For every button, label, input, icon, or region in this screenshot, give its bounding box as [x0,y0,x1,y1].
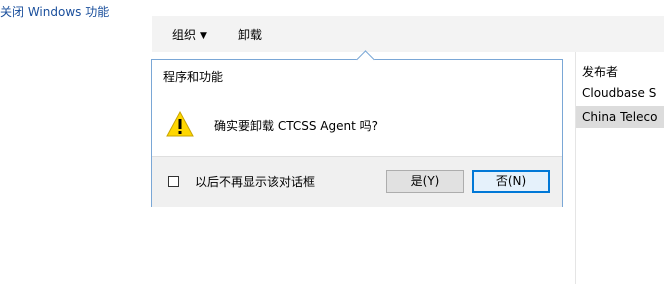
no-button[interactable]: 否(N) [472,170,550,193]
confirm-dialog: 程序和功能 确实要卸载 CTCSS Agent 吗? 以后不再显示该对话框 是(… [151,50,563,207]
list-item-selected[interactable]: China Teleco [576,106,664,128]
dialog-pointer [356,50,375,69]
organize-button[interactable]: 组织 ▼ [172,26,207,43]
dont-show-again-option[interactable]: 以后不再显示该对话框 [168,173,315,190]
organize-label: 组织 [172,28,197,42]
dont-show-again-checkbox[interactable] [168,176,179,187]
warning-icon [166,110,194,137]
checkbox-label: 以后不再显示该对话框 [195,175,316,189]
toolbar: 组织 ▼ 卸载 [152,16,664,52]
uninstall-button[interactable]: 卸载 [238,26,262,43]
column-header-publisher[interactable]: 发布者 [582,63,618,80]
dialog-message: 确实要卸载 CTCSS Agent 吗? [214,119,378,133]
yes-button[interactable]: 是(Y) [386,170,464,193]
dialog-footer: 以后不再显示该对话框 是(Y) 否(N) [152,156,562,207]
list-item[interactable]: Cloudbase S [576,82,664,104]
chevron-down-icon: ▼ [200,31,207,41]
dialog-title: 程序和功能 [163,70,224,84]
turn-windows-features-link[interactable]: 关闭 Windows 功能 [0,3,109,20]
